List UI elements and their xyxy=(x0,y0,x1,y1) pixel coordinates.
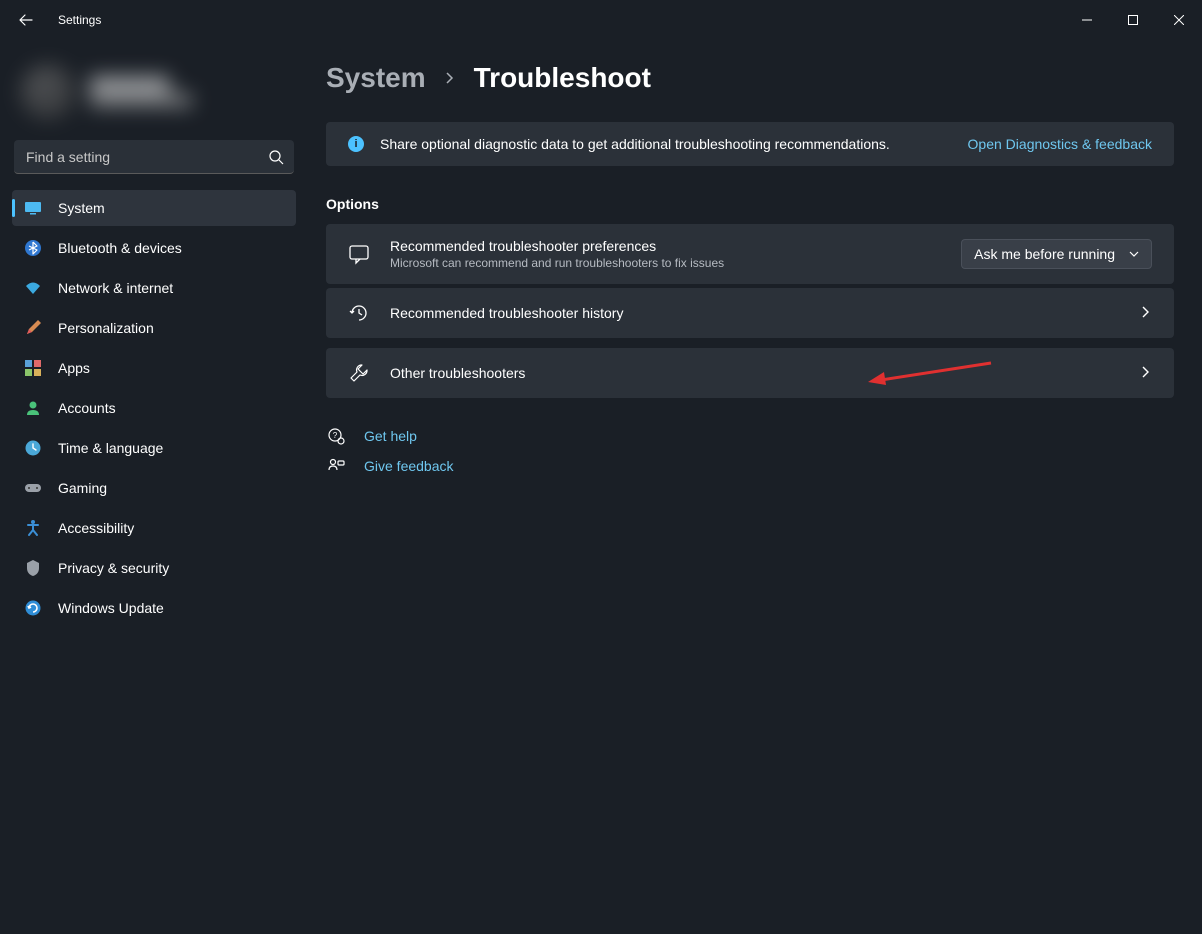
close-icon xyxy=(1174,15,1184,25)
history-icon xyxy=(348,302,370,324)
chat-icon xyxy=(348,243,370,265)
search-icon xyxy=(269,150,284,165)
window-title: Settings xyxy=(58,13,101,27)
sidebar-item-apps[interactable]: Apps xyxy=(12,350,296,386)
card-recommended-preferences[interactable]: Recommended troubleshooter preferences M… xyxy=(326,224,1174,284)
link-label: Give feedback xyxy=(364,458,454,474)
help-icon: ? xyxy=(326,426,346,446)
options-heading: Options xyxy=(326,196,1174,212)
sidebar-item-label: Accounts xyxy=(58,400,116,416)
sidebar-item-label: Gaming xyxy=(58,480,107,496)
sidebar-item-system[interactable]: System xyxy=(12,190,296,226)
sidebar-item-label: Personalization xyxy=(58,320,154,336)
sidebar-item-personalization[interactable]: Personalization xyxy=(12,310,296,346)
profile-name: ████████ xyxy=(90,75,192,93)
search-input[interactable] xyxy=(14,140,294,174)
wrench-icon xyxy=(348,362,370,384)
card-subtitle: Microsoft can recommend and run troubles… xyxy=(390,256,941,270)
minimize-icon xyxy=(1082,15,1092,25)
sidebar-item-accounts[interactable]: Accounts xyxy=(12,390,296,426)
preferences-dropdown[interactable]: Ask me before running xyxy=(961,239,1152,269)
minimize-button[interactable] xyxy=(1064,4,1110,36)
maximize-icon xyxy=(1128,15,1138,25)
sidebar-item-privacy[interactable]: Privacy & security xyxy=(12,550,296,586)
wifi-icon xyxy=(24,279,42,297)
link-label: Get help xyxy=(364,428,417,444)
sidebar-item-label: Bluetooth & devices xyxy=(58,240,182,256)
chevron-right-icon xyxy=(1140,365,1152,381)
card-title: Recommended troubleshooter history xyxy=(390,305,1120,321)
avatar xyxy=(20,64,76,120)
card-text: Recommended troubleshooter preferences M… xyxy=(390,238,941,270)
apps-icon xyxy=(24,359,42,377)
sidebar-item-label: Windows Update xyxy=(58,600,164,616)
card-text: Other troubleshooters xyxy=(390,365,1120,381)
card-other-troubleshooters[interactable]: Other troubleshooters xyxy=(326,348,1174,398)
content: System Troubleshoot i Share optional dia… xyxy=(308,40,1202,934)
chevron-right-icon xyxy=(444,68,456,89)
breadcrumb-parent[interactable]: System xyxy=(326,62,426,94)
profile-text: ████████ ████████████ xyxy=(90,75,192,109)
give-feedback-link[interactable]: Give feedback xyxy=(326,456,1174,476)
close-button[interactable] xyxy=(1156,4,1202,36)
maximize-button[interactable] xyxy=(1110,4,1156,36)
window-controls xyxy=(1064,4,1202,36)
chevron-right-icon xyxy=(1140,305,1152,321)
back-button[interactable] xyxy=(18,12,34,28)
accessibility-icon xyxy=(24,519,42,537)
clock-icon xyxy=(24,439,42,457)
titlebar: Settings xyxy=(0,0,1202,40)
titlebar-left: Settings xyxy=(18,12,101,28)
person-icon xyxy=(24,399,42,417)
sidebar-item-bluetooth[interactable]: Bluetooth & devices xyxy=(12,230,296,266)
shield-icon xyxy=(24,559,42,577)
monitor-icon xyxy=(24,199,42,217)
page-title: Troubleshoot xyxy=(474,62,651,94)
sidebar-item-update[interactable]: Windows Update xyxy=(12,590,296,626)
sidebar: ████████ ████████████ System xyxy=(0,40,308,934)
sidebar-item-time[interactable]: Time & language xyxy=(12,430,296,466)
banner-text: Share optional diagnostic data to get ad… xyxy=(380,136,890,152)
sidebar-item-network[interactable]: Network & internet xyxy=(12,270,296,306)
search-box xyxy=(14,140,294,174)
card-title: Other troubleshooters xyxy=(390,365,1120,381)
info-icon: i xyxy=(348,136,364,152)
sidebar-item-label: Network & internet xyxy=(58,280,173,296)
sidebar-item-label: Privacy & security xyxy=(58,560,169,576)
card-troubleshooter-history[interactable]: Recommended troubleshooter history xyxy=(326,288,1174,338)
bluetooth-icon xyxy=(24,239,42,257)
update-icon xyxy=(24,599,42,617)
chevron-down-icon xyxy=(1129,249,1139,259)
card-text: Recommended troubleshooter history xyxy=(390,305,1120,321)
dropdown-value: Ask me before running xyxy=(974,246,1115,262)
svg-text:?: ? xyxy=(333,431,338,440)
sidebar-item-label: System xyxy=(58,200,105,216)
card-title: Recommended troubleshooter preferences xyxy=(390,238,941,254)
diagnostics-banner: i Share optional diagnostic data to get … xyxy=(326,122,1174,166)
sidebar-item-accessibility[interactable]: Accessibility xyxy=(12,510,296,546)
nav-list: System Bluetooth & devices Network & int… xyxy=(12,190,296,630)
sidebar-item-gaming[interactable]: Gaming xyxy=(12,470,296,506)
arrow-left-icon xyxy=(19,13,33,27)
open-diagnostics-link[interactable]: Open Diagnostics & feedback xyxy=(968,136,1152,152)
profile-region[interactable]: ████████ ████████████ xyxy=(12,48,296,136)
sidebar-item-label: Accessibility xyxy=(58,520,134,536)
footer-links: ? Get help Give feedback xyxy=(326,426,1174,476)
paintbrush-icon xyxy=(24,319,42,337)
feedback-icon xyxy=(326,456,346,476)
breadcrumb: System Troubleshoot xyxy=(326,62,1174,94)
profile-email: ████████████ xyxy=(90,93,192,109)
gamepad-icon xyxy=(24,479,42,497)
sidebar-item-label: Apps xyxy=(58,360,90,376)
search-button[interactable] xyxy=(266,147,286,167)
sidebar-item-label: Time & language xyxy=(58,440,163,456)
get-help-link[interactable]: ? Get help xyxy=(326,426,1174,446)
